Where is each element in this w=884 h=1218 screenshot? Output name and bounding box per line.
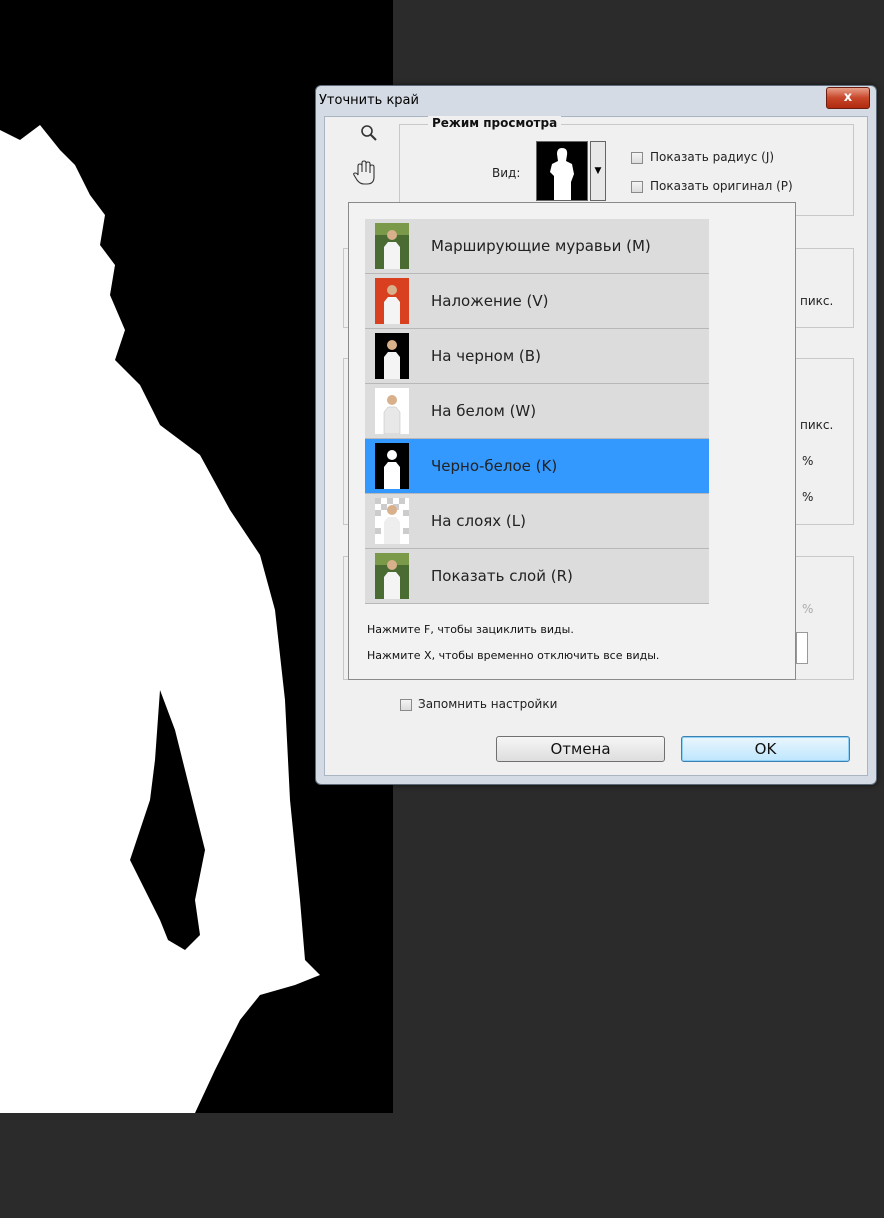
dialog-title: Уточнить край bbox=[319, 93, 419, 108]
view-dropdown-arrow[interactable]: ▼ bbox=[590, 141, 606, 201]
hand-icon[interactable] bbox=[352, 160, 376, 190]
view-option-label: Показать слой (R) bbox=[431, 567, 573, 585]
view-option-thumb bbox=[375, 278, 409, 324]
view-option-thumb bbox=[375, 498, 409, 544]
feather-unit-label: пикс. bbox=[800, 418, 834, 432]
view-option[interactable]: Показать слой (R) bbox=[365, 549, 709, 604]
hint-cycle: Нажмите F, чтобы зациклить виды. bbox=[367, 623, 574, 636]
show-radius-label: Показать радиус (J) bbox=[650, 150, 775, 164]
cancel-button[interactable]: Отмена bbox=[496, 736, 665, 762]
view-option-label: Марширующие муравьи (M) bbox=[431, 237, 651, 255]
remember-settings-checkbox[interactable] bbox=[400, 699, 412, 711]
amount-unit-label: % bbox=[802, 602, 814, 616]
close-button[interactable]: x bbox=[826, 87, 870, 109]
view-option-thumb bbox=[375, 223, 409, 269]
ok-button[interactable]: OK bbox=[681, 736, 850, 762]
show-radius-checkbox[interactable] bbox=[631, 152, 643, 164]
view-option-thumb bbox=[375, 388, 409, 435]
view-label: Вид: bbox=[492, 166, 521, 180]
hint-disable: Нажмите X, чтобы временно отключить все … bbox=[367, 649, 660, 662]
view-option-thumb bbox=[375, 553, 409, 599]
view-option-label: На черном (B) bbox=[431, 347, 541, 365]
view-option-thumb bbox=[375, 443, 409, 489]
output-select-edge[interactable] bbox=[796, 632, 808, 664]
view-option[interactable]: На белом (W) bbox=[365, 384, 709, 439]
view-option-label: На слоях (L) bbox=[431, 512, 526, 530]
shift-unit-label: % bbox=[802, 490, 814, 504]
view-option[interactable]: На черном (B) bbox=[365, 329, 709, 384]
show-original-label: Показать оригинал (P) bbox=[650, 179, 793, 193]
view-option-label: Наложение (V) bbox=[431, 292, 549, 310]
view-option[interactable]: Наложение (V) bbox=[365, 274, 709, 329]
view-mode-title: Режим просмотра bbox=[428, 116, 562, 130]
title-bar[interactable]: Уточнить край x bbox=[316, 86, 876, 112]
view-option-label: Черно-белое (K) bbox=[431, 457, 558, 475]
contrast-unit-label: % bbox=[802, 454, 814, 468]
magnifier-icon[interactable] bbox=[360, 124, 378, 146]
remember-settings-label: Запомнить настройки bbox=[418, 697, 558, 711]
view-option[interactable]: Черно-белое (K) bbox=[365, 439, 709, 494]
radius-unit-label: пикс. bbox=[800, 294, 834, 308]
view-option[interactable]: На слоях (L) bbox=[365, 494, 709, 549]
show-original-checkbox[interactable] bbox=[631, 181, 643, 193]
view-option-thumb bbox=[375, 333, 409, 379]
view-dropdown-menu: Марширующие муравьи (M) Наложение (V) На ч… bbox=[348, 202, 796, 680]
workspace-bottom bbox=[0, 1113, 884, 1218]
view-option-label: На белом (W) bbox=[431, 402, 537, 420]
view-option[interactable]: Марширующие муравьи (M) bbox=[365, 219, 709, 274]
view-preview-thumb[interactable] bbox=[536, 141, 588, 201]
